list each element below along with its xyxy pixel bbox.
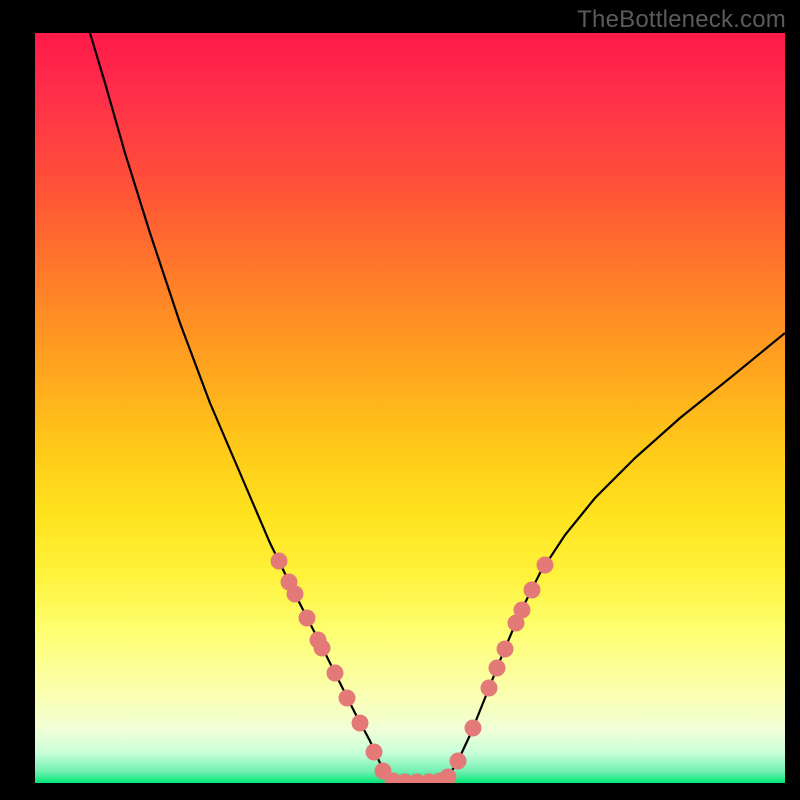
data-marker <box>514 602 531 619</box>
chart-frame: { "watermark": "TheBottleneck.com", "col… <box>0 0 800 800</box>
data-marker <box>366 744 383 761</box>
data-marker <box>314 640 331 657</box>
watermark-text: TheBottleneck.com <box>577 6 786 34</box>
data-marker <box>327 665 344 682</box>
marker-group <box>271 553 554 784</box>
data-marker <box>287 586 304 603</box>
data-marker <box>481 680 498 697</box>
data-marker <box>271 553 288 570</box>
data-marker <box>537 557 554 574</box>
curve-layer <box>35 33 785 783</box>
data-marker <box>489 660 506 677</box>
curve-left-branch <box>90 33 393 783</box>
data-marker <box>497 641 514 658</box>
data-marker <box>465 720 482 737</box>
data-marker <box>524 582 541 599</box>
plot-area <box>35 33 785 783</box>
data-marker <box>299 610 316 627</box>
data-marker <box>450 753 467 770</box>
data-marker <box>440 769 457 784</box>
curve-right-branch <box>440 333 785 783</box>
data-marker <box>352 715 369 732</box>
data-marker <box>339 690 356 707</box>
